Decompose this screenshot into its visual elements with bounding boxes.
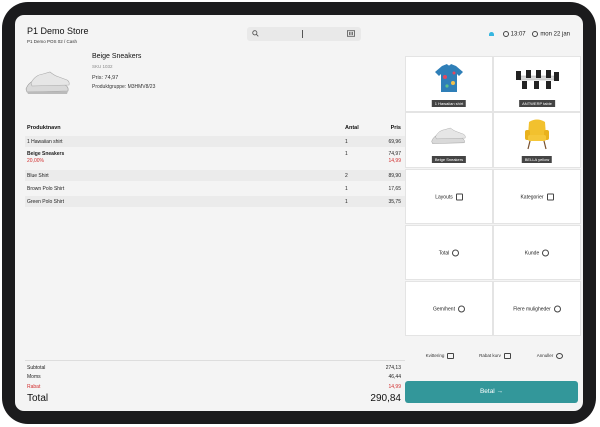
- totals-divider: [25, 360, 405, 361]
- layout-icon: [455, 193, 463, 200]
- row-name: Blue Shirt: [27, 173, 49, 179]
- row-name: Green Polo Shirt: [27, 199, 64, 205]
- table-row[interactable]: Blue Shirt 2 89,90: [25, 170, 405, 181]
- row-name: 1 Hawaiian shirt: [27, 139, 63, 145]
- total-label: Total: [27, 393, 49, 404]
- tile-label: ANTWERP table: [519, 100, 555, 107]
- wifi-icon: [488, 32, 494, 36]
- table-header: Produktnavn Antal Pris: [25, 125, 405, 135]
- product-group: Produktgruppe: M3HMV8/23: [92, 84, 156, 90]
- total-value: 290,84: [370, 393, 401, 404]
- print-receipt-button[interactable]: Kvittering: [410, 353, 470, 359]
- header-price: Pris: [390, 125, 401, 131]
- row-discount-amount: 14,99: [388, 158, 401, 164]
- discount-icon: [503, 353, 511, 359]
- layouts-button[interactable]: Layouts: [405, 169, 493, 224]
- more-options-button[interactable]: Flere muligheder: [493, 281, 581, 336]
- product-tile-hawaiian-shirt[interactable]: 1 Hawaiian shirt: [405, 56, 493, 112]
- discount-label: Rabat kurv: [479, 353, 501, 359]
- row-price: 35,75: [388, 199, 401, 205]
- sneakers-image: [431, 127, 466, 144]
- pay-button[interactable]: Betal →: [405, 381, 578, 403]
- row-qty: 1: [345, 139, 348, 145]
- product-tile-beige-sneakers[interactable]: Beige Sneakers: [405, 112, 493, 168]
- row-name: Beige Sneakers: [27, 151, 65, 157]
- header-name: Produktnavn: [27, 125, 61, 131]
- more-options-label: Flere muligheder: [513, 305, 551, 312]
- row-name: Brown Polo Shirt: [27, 186, 65, 192]
- tablet-frame: P1 Demo Store P1 Demo POS 02 / Cash 13:0…: [2, 2, 596, 424]
- search-cursor: [302, 30, 303, 38]
- tile-label: Beige Sneakers: [431, 156, 467, 163]
- table-row[interactable]: 1 Hawaiian shirt 1 69,96: [25, 136, 405, 147]
- status-area: 13:07 mon 22 jan: [488, 31, 570, 38]
- product-tile-antwerp-table[interactable]: ANTWERP table: [493, 56, 581, 112]
- subtotal-value: 274,13: [385, 365, 401, 371]
- cancel-label: Annuller: [536, 353, 554, 359]
- customer-label: Kunde: [524, 249, 540, 256]
- table-row[interactable]: Beige Sneakers 20,00% 1 74,97 14,99: [25, 148, 405, 170]
- product-sku: SKU 1032: [92, 64, 113, 69]
- barcode-icon[interactable]: [347, 30, 355, 37]
- total-button[interactable]: Total: [405, 225, 493, 280]
- total-fn-label: Total: [438, 249, 450, 256]
- user-icon: [542, 249, 550, 256]
- row-price: 89,90: [388, 173, 401, 179]
- save-fetch-button[interactable]: Gem/hent: [405, 281, 493, 336]
- breadcrumb[interactable]: P1 Demo POS 02 / Cash: [27, 39, 77, 44]
- save-fetch-label: Gem/hent: [433, 305, 455, 312]
- product-tile-bella-chair[interactable]: BELLA yellow: [493, 112, 581, 168]
- row-qty: 1: [345, 186, 348, 192]
- table-row[interactable]: Green Polo Shirt 1 35,75: [25, 196, 405, 207]
- row-price: 74,97: [388, 151, 401, 157]
- rabat-value: 14,99: [388, 384, 401, 390]
- refresh-icon: [457, 305, 465, 312]
- clock-icon: [502, 31, 509, 37]
- tile-label: BELLA yellow: [521, 156, 553, 163]
- cancel-button[interactable]: Annuller: [520, 353, 580, 359]
- categories-label: Kategorier: [520, 193, 544, 200]
- layouts-label: Layouts: [435, 193, 453, 200]
- store-title: P1 Demo Store: [27, 26, 89, 36]
- table-row[interactable]: Brown Polo Shirt 1 17,65: [25, 183, 405, 194]
- subtotal-label: Subtotal: [27, 365, 46, 371]
- product-price: Pris: 74,97: [92, 75, 119, 81]
- product-name: Beige Sneakers: [92, 53, 142, 60]
- moms-value: 46,44: [388, 374, 401, 380]
- tile-label: 1 Hawaiian shirt: [431, 100, 467, 107]
- shirt-image: [435, 64, 463, 92]
- header-qty: Antal: [345, 125, 359, 131]
- moms-label: Moms: [27, 374, 41, 380]
- pos-screen: P1 Demo Store P1 Demo POS 02 / Cash 13:0…: [15, 15, 583, 411]
- table-image: [516, 70, 559, 89]
- grid-icon: [546, 193, 554, 200]
- row-qty: 2: [345, 173, 348, 179]
- rabat-label: Rabat: [27, 384, 41, 390]
- more-icon: [553, 305, 561, 312]
- search-bar[interactable]: [247, 27, 361, 41]
- categories-button[interactable]: Kategorier: [493, 169, 581, 224]
- calendar-icon: [532, 31, 539, 37]
- search-icon: [252, 30, 259, 37]
- cancel-icon: [556, 353, 564, 359]
- discount-basket-button[interactable]: Rabat kurv: [465, 353, 525, 359]
- product-image-sneakers: [25, 71, 70, 94]
- row-price: 17,65: [388, 186, 401, 192]
- row-qty: 1: [345, 151, 348, 157]
- pay-label: Betal →: [479, 388, 504, 395]
- time-label: 13:07: [510, 31, 526, 38]
- print-icon: [447, 353, 455, 359]
- date-label: mon 22 jan: [540, 31, 570, 38]
- total-icon: [452, 249, 460, 256]
- print-label: Kvittering: [425, 353, 445, 359]
- chair-image: [525, 119, 549, 150]
- row-qty: 1: [345, 199, 348, 205]
- row-discount-pct: 20,00%: [27, 158, 44, 164]
- customer-button[interactable]: Kunde: [493, 225, 581, 280]
- row-price: 69,96: [388, 139, 401, 145]
